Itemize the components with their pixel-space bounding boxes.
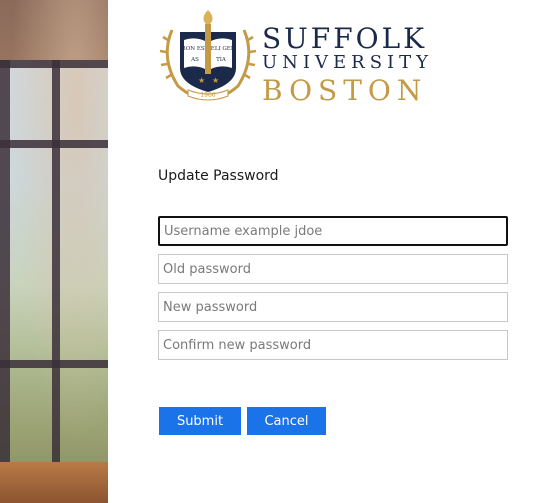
window-mullion: [52, 60, 60, 470]
window-mullion: [0, 140, 108, 148]
window-sill: [0, 462, 108, 503]
university-seal-icon: BON EST AS DELI GEN TIA ★ ★ 1906: [159, 10, 257, 101]
cancel-button[interactable]: Cancel: [247, 407, 326, 435]
confirm-password-input[interactable]: [158, 330, 508, 360]
new-password-input[interactable]: [158, 292, 508, 322]
seal-year: 1906: [200, 92, 215, 99]
username-input[interactable]: [158, 216, 508, 246]
old-password-input[interactable]: [158, 254, 508, 284]
submit-button[interactable]: Submit: [159, 407, 241, 435]
wordmark-line1: SUFFOLK: [262, 22, 428, 55]
window-mullion: [0, 60, 10, 470]
svg-text:★: ★: [198, 76, 205, 85]
window-mullion: [0, 60, 108, 68]
wordmark-line2: UNIVERSITY: [262, 52, 434, 73]
background-photo: [0, 0, 108, 503]
svg-text:★: ★: [212, 76, 219, 85]
seal-text-bottom-right: TIA: [216, 57, 227, 63]
page-title: Update Password: [158, 168, 279, 184]
seal-text-left: BON EST: [182, 46, 209, 52]
seal-text-bottom-left: AS: [190, 57, 199, 63]
wordmark-line3: BOSTON: [262, 74, 428, 107]
window-mullion: [0, 360, 108, 368]
